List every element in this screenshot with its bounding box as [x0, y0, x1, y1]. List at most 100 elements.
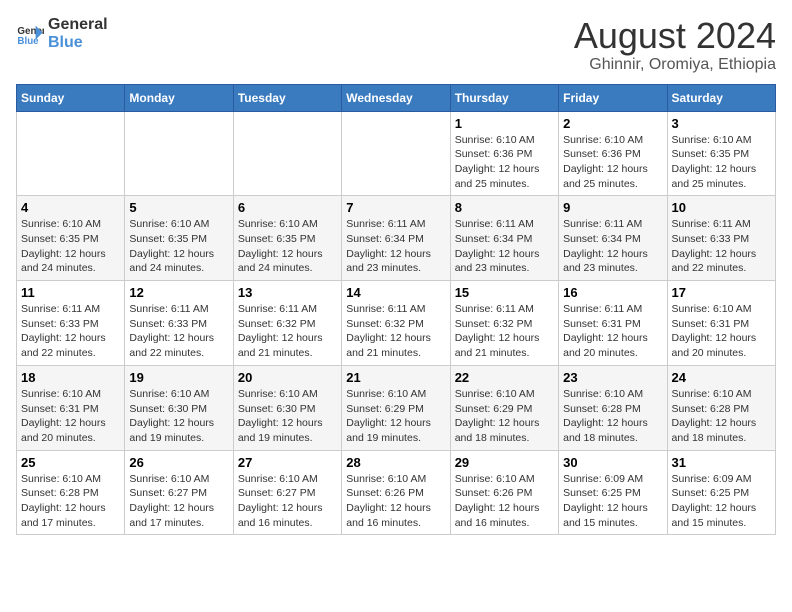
- day-number: 18: [21, 370, 120, 385]
- day-number: 12: [129, 285, 228, 300]
- logo-line1: General: [48, 16, 108, 34]
- logo: General Blue General Blue: [16, 16, 108, 52]
- day-number: 26: [129, 455, 228, 470]
- day-number: 10: [672, 200, 771, 215]
- day-info: Sunrise: 6:10 AM Sunset: 6:36 PM Dayligh…: [455, 133, 554, 192]
- day-number: 24: [672, 370, 771, 385]
- day-info: Sunrise: 6:10 AM Sunset: 6:36 PM Dayligh…: [563, 133, 662, 192]
- day-number: 3: [672, 116, 771, 131]
- calendar-cell: 3 Sunrise: 6:10 AM Sunset: 6:35 PM Daylig…: [667, 111, 775, 196]
- day-info: Sunrise: 6:11 AM Sunset: 6:32 PM Dayligh…: [455, 302, 554, 361]
- day-header-wednesday: Wednesday: [342, 84, 450, 111]
- day-header-saturday: Saturday: [667, 84, 775, 111]
- calendar-week-2: 4 Sunrise: 6:10 AM Sunset: 6:35 PM Daylig…: [17, 196, 776, 281]
- day-info: Sunrise: 6:10 AM Sunset: 6:35 PM Dayligh…: [21, 217, 120, 276]
- day-info: Sunrise: 6:11 AM Sunset: 6:33 PM Dayligh…: [672, 217, 771, 276]
- day-info: Sunrise: 6:10 AM Sunset: 6:28 PM Dayligh…: [563, 387, 662, 446]
- day-number: 1: [455, 116, 554, 131]
- calendar-cell: 28 Sunrise: 6:10 AM Sunset: 6:26 PM Dayli…: [342, 450, 450, 535]
- day-info: Sunrise: 6:10 AM Sunset: 6:26 PM Dayligh…: [346, 472, 445, 531]
- day-info: Sunrise: 6:10 AM Sunset: 6:35 PM Dayligh…: [129, 217, 228, 276]
- day-number: 6: [238, 200, 337, 215]
- day-info: Sunrise: 6:11 AM Sunset: 6:34 PM Dayligh…: [346, 217, 445, 276]
- day-number: 19: [129, 370, 228, 385]
- header: General Blue General Blue August 2024 Gh…: [16, 16, 776, 74]
- day-info: Sunrise: 6:11 AM Sunset: 6:34 PM Dayligh…: [563, 217, 662, 276]
- calendar-cell: [233, 111, 341, 196]
- calendar-cell: [17, 111, 125, 196]
- calendar-cell: 9 Sunrise: 6:11 AM Sunset: 6:34 PM Daylig…: [559, 196, 667, 281]
- day-number: 16: [563, 285, 662, 300]
- svg-text:Blue: Blue: [17, 36, 39, 47]
- day-number: 28: [346, 455, 445, 470]
- page-subtitle: Ghinnir, Oromiya, Ethiopia: [574, 56, 776, 74]
- calendar-cell: 10 Sunrise: 6:11 AM Sunset: 6:33 PM Dayli…: [667, 196, 775, 281]
- day-number: 27: [238, 455, 337, 470]
- title-block: August 2024 Ghinnir, Oromiya, Ethiopia: [574, 16, 776, 74]
- day-number: 7: [346, 200, 445, 215]
- calendar-cell: 6 Sunrise: 6:10 AM Sunset: 6:35 PM Daylig…: [233, 196, 341, 281]
- calendar-cell: 20 Sunrise: 6:10 AM Sunset: 6:30 PM Dayli…: [233, 365, 341, 450]
- calendar-cell: 22Sunrise: 6:10 AM Sunset: 6:29 PM Dayli…: [450, 365, 558, 450]
- calendar-cell: 14Sunrise: 6:11 AM Sunset: 6:32 PM Dayli…: [342, 281, 450, 366]
- day-info: Sunrise: 6:10 AM Sunset: 6:26 PM Dayligh…: [455, 472, 554, 531]
- day-info: Sunrise: 6:10 AM Sunset: 6:27 PM Dayligh…: [129, 472, 228, 531]
- page-title: August 2024: [574, 16, 776, 56]
- day-number: 29: [455, 455, 554, 470]
- day-number: 8: [455, 200, 554, 215]
- calendar-cell: 8 Sunrise: 6:11 AM Sunset: 6:34 PM Daylig…: [450, 196, 558, 281]
- day-number: 9: [563, 200, 662, 215]
- day-info: Sunrise: 6:11 AM Sunset: 6:31 PM Dayligh…: [563, 302, 662, 361]
- calendar-cell: 16 Sunrise: 6:11 AM Sunset: 6:31 PM Dayli…: [559, 281, 667, 366]
- calendar-cell: [125, 111, 233, 196]
- calendar-cell: [342, 111, 450, 196]
- day-info: Sunrise: 6:11 AM Sunset: 6:33 PM Dayligh…: [129, 302, 228, 361]
- day-number: 20: [238, 370, 337, 385]
- day-info: Sunrise: 6:10 AM Sunset: 6:30 PM Dayligh…: [238, 387, 337, 446]
- day-number: 15: [455, 285, 554, 300]
- calendar-cell: 5 Sunrise: 6:10 AM Sunset: 6:35 PM Daylig…: [125, 196, 233, 281]
- day-info: Sunrise: 6:11 AM Sunset: 6:34 PM Dayligh…: [455, 217, 554, 276]
- day-info: Sunrise: 6:10 AM Sunset: 6:31 PM Dayligh…: [21, 387, 120, 446]
- calendar-week-5: 25Sunrise: 6:10 AM Sunset: 6:28 PM Dayli…: [17, 450, 776, 535]
- calendar-cell: 12 Sunrise: 6:11 AM Sunset: 6:33 PM Dayli…: [125, 281, 233, 366]
- day-number: 22: [455, 370, 554, 385]
- day-number: 5: [129, 200, 228, 215]
- calendar-cell: 11 Sunrise: 6:11 AM Sunset: 6:33 PM Dayli…: [17, 281, 125, 366]
- calendar-cell: 21Sunrise: 6:10 AM Sunset: 6:29 PM Dayli…: [342, 365, 450, 450]
- calendar-cell: 13 Sunrise: 6:11 AM Sunset: 6:32 PM Dayli…: [233, 281, 341, 366]
- day-info: Sunrise: 6:09 AM Sunset: 6:25 PM Dayligh…: [563, 472, 662, 531]
- day-number: 4: [21, 200, 120, 215]
- day-number: 25: [21, 455, 120, 470]
- calendar-cell: 23 Sunrise: 6:10 AM Sunset: 6:28 PM Dayli…: [559, 365, 667, 450]
- day-info: Sunrise: 6:11 AM Sunset: 6:33 PM Dayligh…: [21, 302, 120, 361]
- day-number: 2: [563, 116, 662, 131]
- logo-icon: General Blue: [16, 20, 44, 48]
- day-header-tuesday: Tuesday: [233, 84, 341, 111]
- day-number: 23: [563, 370, 662, 385]
- calendar-table: SundayMondayTuesdayWednesdayThursdayFrid…: [16, 84, 776, 536]
- day-number: 14: [346, 285, 445, 300]
- calendar-cell: 25Sunrise: 6:10 AM Sunset: 6:28 PM Dayli…: [17, 450, 125, 535]
- calendar-cell: 15 Sunrise: 6:11 AM Sunset: 6:32 PM Dayli…: [450, 281, 558, 366]
- day-number: 13: [238, 285, 337, 300]
- calendar-cell: 2 Sunrise: 6:10 AM Sunset: 6:36 PM Daylig…: [559, 111, 667, 196]
- day-number: 17: [672, 285, 771, 300]
- calendar-cell: 4 Sunrise: 6:10 AM Sunset: 6:35 PM Daylig…: [17, 196, 125, 281]
- calendar-cell: 27Sunrise: 6:10 AM Sunset: 6:27 PM Dayli…: [233, 450, 341, 535]
- day-number: 31: [672, 455, 771, 470]
- calendar-cell: 17 Sunrise: 6:10 AM Sunset: 6:31 PM Dayli…: [667, 281, 775, 366]
- day-info: Sunrise: 6:10 AM Sunset: 6:31 PM Dayligh…: [672, 302, 771, 361]
- day-info: Sunrise: 6:10 AM Sunset: 6:29 PM Dayligh…: [346, 387, 445, 446]
- calendar-week-4: 18 Sunrise: 6:10 AM Sunset: 6:31 PM Dayli…: [17, 365, 776, 450]
- day-number: 11: [21, 285, 120, 300]
- day-info: Sunrise: 6:09 AM Sunset: 6:25 PM Dayligh…: [672, 472, 771, 531]
- day-info: Sunrise: 6:10 AM Sunset: 6:35 PM Dayligh…: [238, 217, 337, 276]
- calendar-cell: 1 Sunrise: 6:10 AM Sunset: 6:36 PM Daylig…: [450, 111, 558, 196]
- day-info: Sunrise: 6:10 AM Sunset: 6:35 PM Dayligh…: [672, 133, 771, 192]
- calendar-week-3: 11 Sunrise: 6:11 AM Sunset: 6:33 PM Dayli…: [17, 281, 776, 366]
- logo-line2: Blue: [48, 34, 108, 52]
- day-info: Sunrise: 6:11 AM Sunset: 6:32 PM Dayligh…: [238, 302, 337, 361]
- day-header-sunday: Sunday: [17, 84, 125, 111]
- day-header-thursday: Thursday: [450, 84, 558, 111]
